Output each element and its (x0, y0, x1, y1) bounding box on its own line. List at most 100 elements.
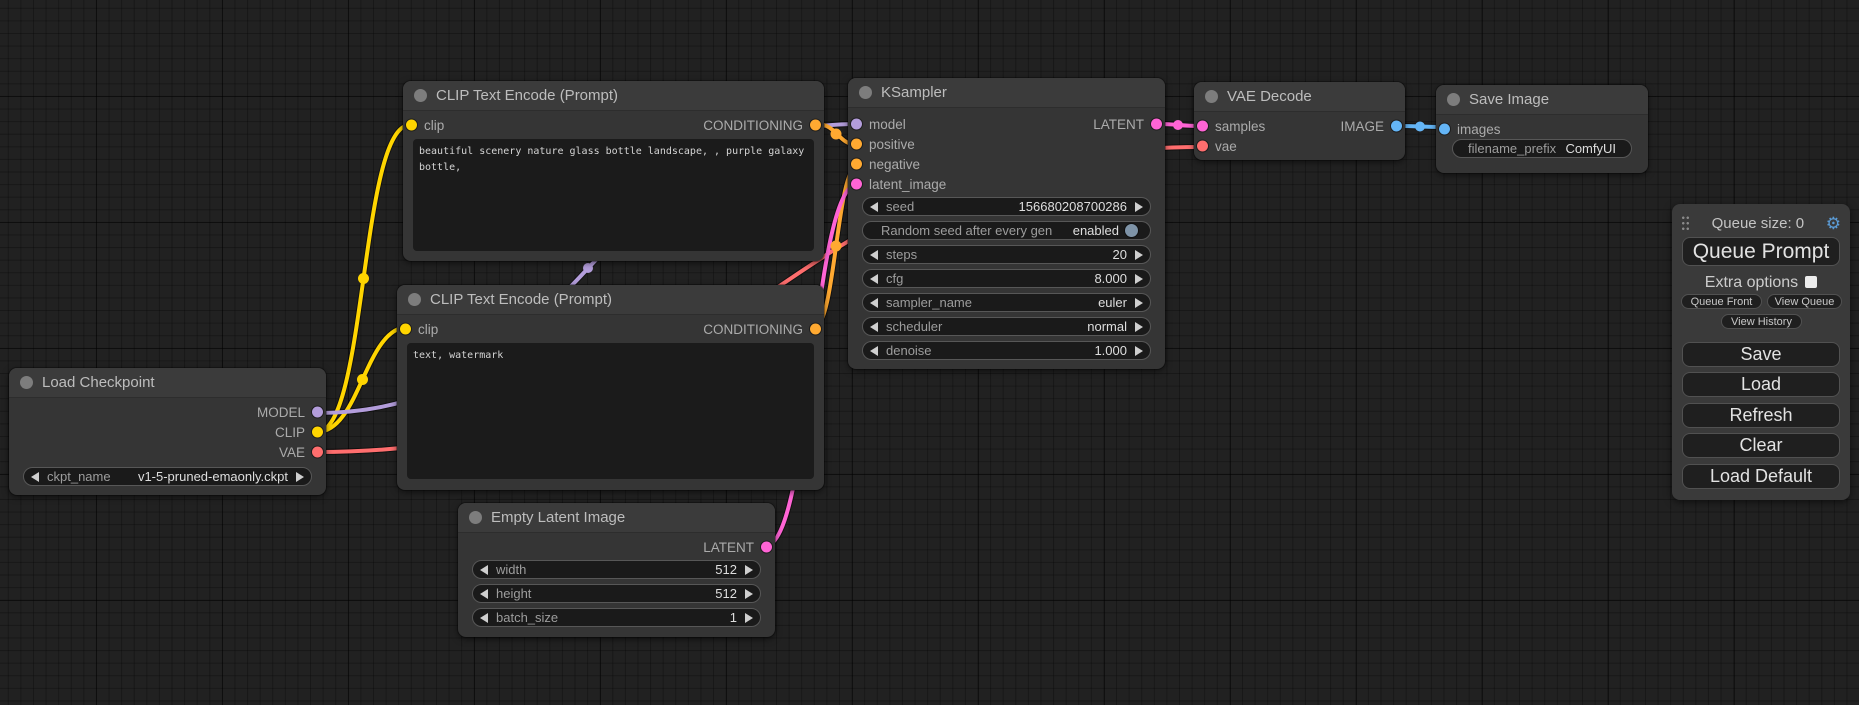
collapse-dot-icon[interactable] (1205, 90, 1218, 103)
input-label-model: model (869, 117, 906, 132)
output-port-vae[interactable] (312, 447, 323, 458)
negative-prompt-textarea[interactable]: text, watermark (407, 343, 814, 479)
node-title-bar[interactable]: Empty Latent Image (458, 503, 775, 533)
output-port-latent[interactable] (761, 542, 772, 553)
decrement-arrow-icon[interactable] (870, 274, 878, 284)
increment-arrow-icon[interactable] (1135, 202, 1143, 212)
widget-value: 8.000 (1094, 271, 1127, 286)
port-row: model LATENT (848, 114, 1165, 134)
collapse-dot-icon[interactable] (20, 376, 33, 389)
widget-filename-prefix[interactable]: filename_prefix ComfyUI (1452, 139, 1632, 158)
collapse-dot-icon[interactable] (469, 511, 482, 524)
node-title-bar[interactable]: VAE Decode (1194, 82, 1405, 112)
input-label-latent-image: latent_image (869, 177, 946, 192)
queue-front-button[interactable]: Queue Front (1681, 294, 1762, 309)
widget-label: height (496, 586, 531, 601)
widget-steps[interactable]: steps 20 (862, 245, 1151, 264)
widget-seed[interactable]: seed 156680208700286 (862, 197, 1151, 216)
increment-arrow-icon[interactable] (296, 472, 304, 482)
input-port-clip[interactable] (400, 324, 411, 335)
input-port-positive[interactable] (851, 139, 862, 150)
widget-ckpt-name[interactable]: ckpt_name v1-5-pruned-emaonly.ckpt (23, 467, 312, 486)
node-title-bar[interactable]: CLIP Text Encode (Prompt) (403, 81, 824, 111)
increment-arrow-icon[interactable] (745, 565, 753, 575)
widget-width[interactable]: width 512 (472, 560, 761, 579)
decrement-arrow-icon[interactable] (870, 322, 878, 332)
node-clip-text-encode-positive[interactable]: CLIP Text Encode (Prompt) clip CONDITION… (403, 81, 824, 261)
output-port-image[interactable] (1391, 121, 1402, 132)
input-label-positive: positive (869, 137, 915, 152)
decrement-arrow-icon[interactable] (870, 298, 878, 308)
node-clip-text-encode-negative[interactable]: CLIP Text Encode (Prompt) clip CONDITION… (397, 285, 824, 490)
widget-random-seed-toggle[interactable]: Random seed after every gen enabled (862, 221, 1151, 240)
increment-arrow-icon[interactable] (745, 589, 753, 599)
widget-batch-size[interactable]: batch_size 1 (472, 608, 761, 627)
decrement-arrow-icon[interactable] (480, 589, 488, 599)
widget-scheduler[interactable]: scheduler normal (862, 317, 1151, 336)
output-port-clip[interactable] (312, 427, 323, 438)
widget-label: scheduler (886, 319, 942, 334)
positive-prompt-textarea[interactable]: beautiful scenery nature glass bottle la… (413, 139, 814, 251)
refresh-button[interactable]: Refresh (1682, 403, 1840, 428)
output-port-model[interactable] (312, 407, 323, 418)
increment-arrow-icon[interactable] (1135, 322, 1143, 332)
collapse-dot-icon[interactable] (1447, 93, 1460, 106)
widget-sampler-name[interactable]: sampler_name euler (862, 293, 1151, 312)
extra-options-checkbox[interactable] (1805, 276, 1817, 288)
input-port-samples[interactable] (1197, 121, 1208, 132)
collapse-dot-icon[interactable] (859, 86, 872, 99)
widget-cfg[interactable]: cfg 8.000 (862, 269, 1151, 288)
decrement-arrow-icon[interactable] (870, 202, 878, 212)
increment-arrow-icon[interactable] (1135, 250, 1143, 260)
collapse-dot-icon[interactable] (408, 293, 421, 306)
node-title-bar[interactable]: Load Checkpoint (9, 368, 326, 398)
input-port-model[interactable] (851, 119, 862, 130)
decrement-arrow-icon[interactable] (31, 472, 39, 482)
node-title-bar[interactable]: KSampler (848, 78, 1165, 108)
input-port-negative[interactable] (851, 159, 862, 170)
widget-label: seed (886, 199, 914, 214)
load-default-button[interactable]: Load Default (1682, 464, 1840, 489)
increment-arrow-icon[interactable] (1135, 346, 1143, 356)
widget-height[interactable]: height 512 (472, 584, 761, 603)
decrement-arrow-icon[interactable] (480, 613, 488, 623)
node-title-bar[interactable]: CLIP Text Encode (Prompt) (397, 285, 824, 315)
input-port-latent-image[interactable] (851, 179, 862, 190)
clear-button[interactable]: Clear (1682, 433, 1840, 458)
collapse-dot-icon[interactable] (414, 89, 427, 102)
port-row: positive (848, 134, 1165, 154)
queue-prompt-button[interactable]: Queue Prompt (1682, 237, 1840, 266)
output-port-latent[interactable] (1151, 119, 1162, 130)
node-load-checkpoint[interactable]: Load Checkpoint MODEL CLIP VAE ckpt_name… (9, 368, 326, 495)
port-row: images (1436, 119, 1648, 139)
node-ksampler[interactable]: KSampler model LATENT positive negative … (848, 78, 1165, 369)
view-queue-button[interactable]: View Queue (1767, 294, 1842, 309)
decrement-arrow-icon[interactable] (870, 346, 878, 356)
node-empty-latent-image[interactable]: Empty Latent Image LATENT width 512 heig… (458, 503, 775, 637)
input-port-images[interactable] (1439, 124, 1450, 135)
node-title-bar[interactable]: Save Image (1436, 85, 1648, 115)
toggle-knob-icon[interactable] (1125, 224, 1138, 237)
node-title: Save Image (1469, 91, 1549, 108)
link-midpoint-dot (1415, 122, 1425, 132)
decrement-arrow-icon[interactable] (480, 565, 488, 575)
node-vae-decode[interactable]: VAE Decode samples IMAGE vae (1194, 82, 1405, 160)
input-port-clip[interactable] (406, 120, 417, 131)
input-port-vae[interactable] (1197, 141, 1208, 152)
gear-icon[interactable]: ⚙ (1826, 215, 1841, 232)
load-button[interactable]: Load (1682, 372, 1840, 397)
increment-arrow-icon[interactable] (1135, 274, 1143, 284)
graph-canvas[interactable]: CLIP Text Encode (Prompt) clip CONDITION… (0, 0, 1859, 705)
node-save-image[interactable]: Save Image images filename_prefix ComfyU… (1436, 85, 1648, 173)
output-port-conditioning[interactable] (810, 120, 821, 131)
widget-label: denoise (886, 343, 932, 358)
increment-arrow-icon[interactable] (745, 613, 753, 623)
drag-grip-icon[interactable] (1681, 215, 1690, 232)
queue-panel[interactable]: Queue size: 0 ⚙ Queue Prompt Extra optio… (1672, 204, 1850, 500)
view-history-button[interactable]: View History (1721, 314, 1802, 329)
output-port-conditioning[interactable] (810, 324, 821, 335)
save-button[interactable]: Save (1682, 342, 1840, 367)
decrement-arrow-icon[interactable] (870, 250, 878, 260)
widget-denoise[interactable]: denoise 1.000 (862, 341, 1151, 360)
increment-arrow-icon[interactable] (1135, 298, 1143, 308)
